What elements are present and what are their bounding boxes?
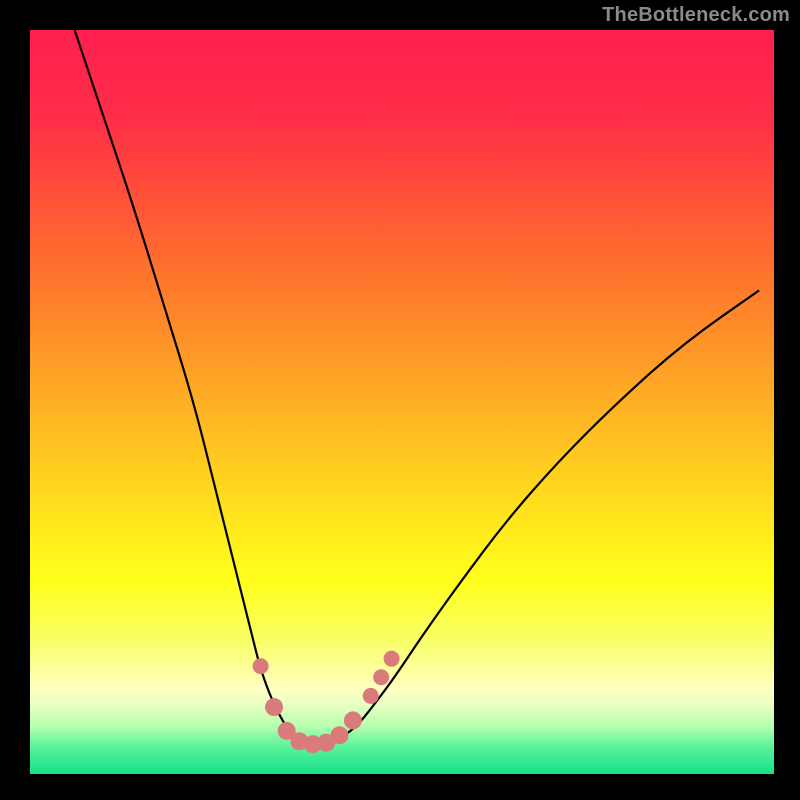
curve-marker: [344, 711, 362, 729]
bottleneck-chart: [0, 0, 800, 800]
chart-frame: TheBottleneck.com: [0, 0, 800, 800]
curve-marker: [253, 658, 269, 674]
curve-marker: [363, 688, 379, 704]
plot-background: [30, 30, 774, 774]
watermark-label: TheBottleneck.com: [602, 4, 790, 27]
curve-marker: [373, 669, 389, 685]
curve-marker: [331, 726, 349, 744]
curve-marker: [265, 698, 283, 716]
curve-marker: [384, 651, 400, 667]
